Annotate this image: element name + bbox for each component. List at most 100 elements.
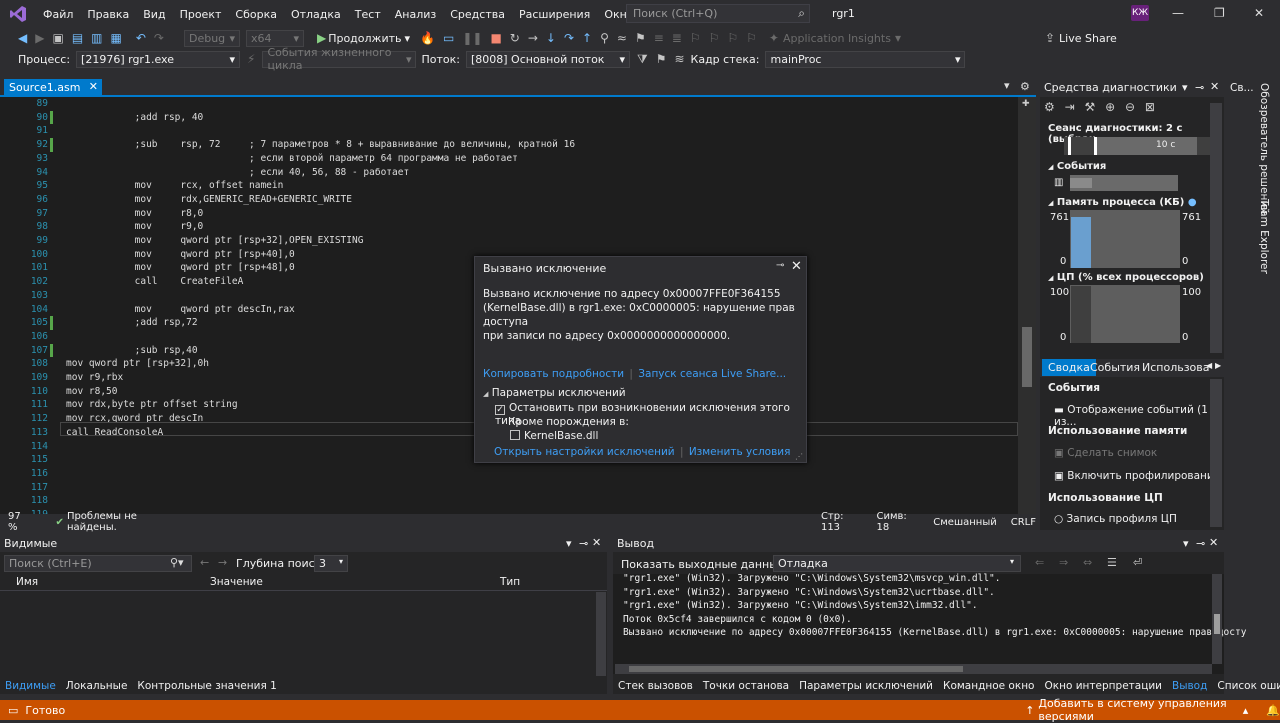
copy-details-link[interactable]: Копировать подробности	[483, 368, 624, 380]
close-window-icon[interactable]: ✕	[1254, 6, 1264, 20]
live-share-link[interactable]: Запуск сеанса Live Share...	[638, 368, 786, 380]
save-icon[interactable]: ▥	[91, 31, 102, 45]
output-tab-6[interactable]: Список ошибок	[1212, 680, 1280, 692]
editor-scrollbar[interactable]: ✚	[1018, 97, 1036, 514]
enable-profiling-button[interactable]: ▣ Включить профилирование	[1054, 470, 1220, 482]
thread-dropdown[interactable]: [8008] Основной поток ▾	[465, 50, 630, 68]
search-forward-icon[interactable]: →	[218, 556, 227, 569]
hex-display-icon[interactable]: ⚲	[600, 31, 609, 45]
timeline-ruler[interactable]: 10 с	[1064, 137, 1212, 155]
undo-icon[interactable]: ↶	[136, 31, 146, 45]
zoom-out-icon[interactable]: ⊖	[1125, 100, 1135, 114]
output-hscrollbar[interactable]	[615, 664, 1212, 674]
output-tab-1[interactable]: Точки останова	[698, 680, 794, 692]
config-dropdown[interactable]: Debug ▾	[183, 29, 240, 47]
memory-section-title[interactable]: ◢ Память процесса (КБ) ●	[1040, 197, 1224, 208]
problems-status[interactable]: Проблемы не найдены.	[67, 511, 181, 533]
output-vscrollbar[interactable]	[1212, 574, 1222, 664]
save-all-icon[interactable]: ▦	[111, 31, 122, 45]
dropdown-arrow-icon[interactable]: ▾	[895, 31, 901, 45]
threads-icon[interactable]: ≈	[617, 31, 627, 45]
step-into-icon[interactable]: ↓	[546, 31, 556, 45]
tabs-left-icon[interactable]: ◀	[1206, 361, 1212, 370]
select-tools-icon[interactable]: ⚒	[1084, 100, 1095, 114]
stack-frame-dropdown[interactable]: mainProc ▾	[765, 50, 966, 68]
pin-icon[interactable]: ⊸	[579, 537, 588, 550]
pause-icon[interactable]: ▥	[1054, 177, 1063, 188]
breakpoint-icon[interactable]: ⚑	[635, 31, 646, 45]
team-explorer-tab[interactable]: Team Explorer	[1258, 199, 1270, 274]
summary-scrollbar[interactable]	[1210, 379, 1222, 527]
lifecycle-dropdown[interactable]: События жизненного цикла ▾	[262, 46, 417, 72]
bookmark-clear-icon[interactable]: ⚐	[746, 31, 757, 45]
new-item-icon[interactable]: ▣	[52, 31, 63, 45]
tabs-right-icon[interactable]: ▶	[1215, 361, 1221, 370]
kernelbase-checkbox[interactable]: KernelBase.dll	[510, 430, 598, 442]
open-exception-settings-link[interactable]: Открыть настройки исключений	[494, 446, 675, 458]
tab-events[interactable]: События	[1090, 361, 1140, 374]
pin-icon[interactable]: ⊸	[1196, 537, 1205, 550]
close-dialog-icon[interactable]: ✕	[791, 259, 802, 274]
menu-item-3[interactable]: Проект	[173, 8, 229, 21]
flag-icon[interactable]: ⚑	[656, 52, 667, 66]
open-folder-icon[interactable]: ▤	[72, 31, 83, 45]
settings-icon[interactable]: ⚙	[1044, 100, 1055, 114]
pin-icon[interactable]: ⊸	[776, 260, 784, 271]
live-share-icon[interactable]: ⇪	[1045, 31, 1055, 45]
autos-search-input[interactable]: Поиск (Ctrl+E) ⚲▾	[4, 555, 192, 572]
cpu-section-title[interactable]: ◢ ЦП (% всех процессоров)	[1040, 272, 1224, 283]
record-cpu-profile-button[interactable]: ○ Запись профиля ЦП	[1054, 513, 1177, 525]
word-wrap-icon[interactable]: ⏎	[1133, 556, 1142, 569]
stop-icon[interactable]: ■	[490, 31, 501, 45]
menu-item-8[interactable]: Средства	[443, 8, 512, 21]
take-snapshot-button[interactable]: ▣ Сделать снимок	[1054, 447, 1157, 459]
output-tab-4[interactable]: Окно интерпретации	[1040, 680, 1168, 692]
output-tab-2[interactable]: Параметры исключений	[794, 680, 938, 692]
maximize-icon[interactable]: ❐	[1214, 6, 1225, 20]
close-panel-icon[interactable]: ✕	[1209, 536, 1218, 549]
menu-item-6[interactable]: Тест	[348, 8, 388, 21]
step-over-icon[interactable]: ↷	[564, 31, 574, 45]
col-value[interactable]: Значение	[210, 576, 263, 588]
output-tab-3[interactable]: Командное окно	[938, 680, 1040, 692]
search-depth-dropdown[interactable]: 3 ▾	[314, 555, 348, 572]
dropdown-arrow-icon[interactable]: ▾	[1182, 81, 1188, 94]
edit-conditions-link[interactable]: Изменить условия	[689, 446, 791, 458]
process-dropdown[interactable]: [21976] rgr1.exe ▾	[76, 50, 241, 68]
col-name[interactable]: Имя	[16, 576, 38, 588]
diagnostics-scrollbar[interactable]	[1210, 103, 1222, 353]
filter-icon[interactable]: ⧩	[637, 52, 648, 67]
step-out-icon[interactable]: ↑	[582, 31, 592, 45]
forward-icon[interactable]: ▶	[35, 31, 44, 45]
menu-item-9[interactable]: Расширения	[512, 8, 597, 21]
settings-icon[interactable]: ⚙	[1020, 80, 1030, 93]
search-box[interactable]: Поиск (Ctrl+Q) ⌕	[626, 4, 810, 23]
live-share-button[interactable]: Live Share	[1059, 32, 1117, 45]
add-to-source-control-button[interactable]: Добавить в систему управления версиями	[1038, 697, 1238, 723]
properties-tab[interactable]: Св...	[1230, 82, 1254, 94]
app-insights-button[interactable]: Application Insights	[783, 32, 891, 45]
output-source-dropdown[interactable]: Отладка ▾	[773, 555, 1021, 572]
resize-grip-icon[interactable]: ⋰	[795, 452, 803, 461]
eol-indicator[interactable]: CRLF	[1011, 517, 1036, 528]
zoom-in-icon[interactable]: ⊕	[1105, 100, 1115, 114]
avatar[interactable]: КЖ	[1131, 5, 1149, 21]
output-tab-5[interactable]: Вывод	[1167, 680, 1212, 692]
clear-all-icon[interactable]: ☰	[1107, 556, 1117, 569]
reset-view-icon[interactable]: ⊠	[1145, 100, 1155, 114]
solution-explorer-tab[interactable]: Обозреватель решений	[1258, 83, 1270, 214]
next-message-icon[interactable]: ⇒	[1059, 556, 1068, 569]
tab-watch1[interactable]: Контрольные значения 1	[132, 680, 281, 692]
exception-settings-header[interactable]: ◢ Параметры исключений	[483, 387, 626, 399]
close-tab-icon[interactable]: ✕	[89, 80, 98, 93]
close-panel-icon[interactable]: ✕	[592, 536, 601, 549]
bookmark-icon[interactable]: ⚐	[690, 31, 701, 45]
events-section-title[interactable]: ◢ События	[1040, 161, 1224, 172]
output-tab-0[interactable]: Стек вызовов	[613, 680, 698, 692]
redo-icon[interactable]: ↷	[154, 31, 164, 45]
restart-icon[interactable]: ↻	[510, 31, 520, 45]
uncomment-icon[interactable]: ≣	[672, 31, 682, 45]
dropdown-arrow-icon[interactable]: ▾	[566, 537, 572, 550]
menu-item-1[interactable]: Правка	[80, 8, 136, 21]
pin-icon[interactable]: ⊸	[1195, 81, 1204, 94]
